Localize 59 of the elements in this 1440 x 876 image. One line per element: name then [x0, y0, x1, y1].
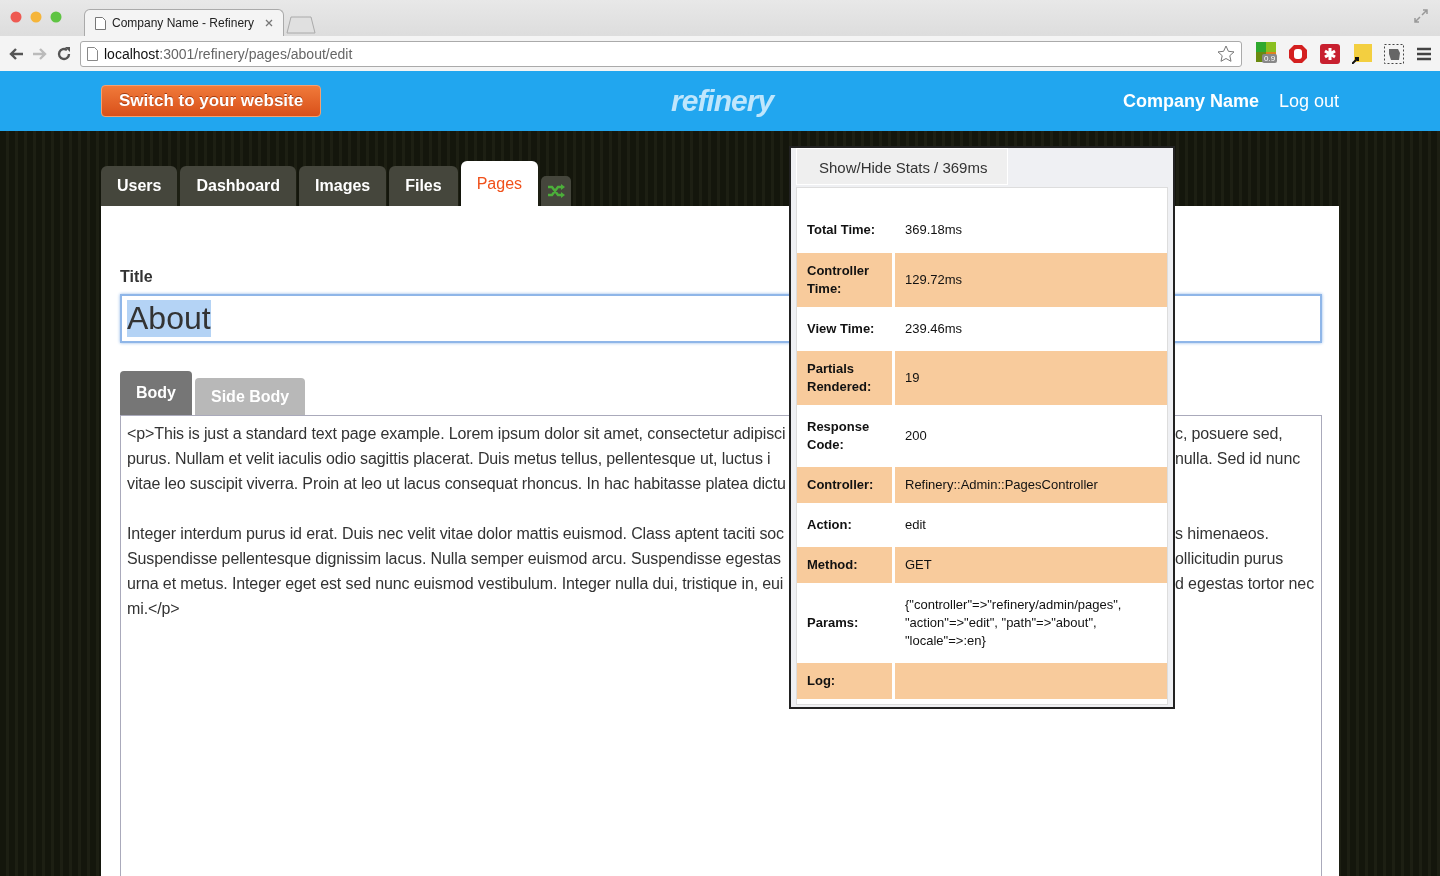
star-icon[interactable] — [1217, 44, 1235, 63]
body-text-line: vitae leo suscipit viverra. Proin at leo ut lacus consequat rhoncus. In hac habitasse platea dictu — [127, 474, 786, 494]
stat-value: 200 — [904, 427, 928, 445]
extension-badge: 0.9 — [1262, 54, 1278, 63]
body-text-line: Integer interdum purus id erat. Duis nec velit vitae dolor mattis euismod. Class aptent taciti soc — [127, 524, 784, 544]
title-label: Title — [120, 268, 153, 286]
stop-hand-icon[interactable] — [1288, 43, 1308, 64]
stat-label: Params: — [806, 614, 860, 632]
page-icon — [95, 16, 106, 30]
body-text-line: urna et metus. Integer eget est sed nunc euismod vestibulum. Integer nulla dui, tristique in, eui — [127, 574, 784, 594]
show-hide-stats-button[interactable]: Show/Hide Stats / 369ms — [796, 148, 1009, 185]
menu-icon[interactable] — [1416, 46, 1432, 61]
title-value: About — [127, 300, 211, 337]
stat-value: {"controller"=>"refinery/admin/pages", "action"=>"edit", "path"=>"about", "locale"=>:en} — [904, 596, 1123, 650]
nav-tab[interactable]: Dashboard — [180, 166, 297, 206]
body-text-line: d egestas tortor nec — [1175, 574, 1314, 594]
nav-tab[interactable]: Users — [101, 166, 178, 206]
stat-label: Total Time: — [806, 221, 877, 239]
browser-tab[interactable]: Company Name - Refinery — [84, 9, 284, 36]
stat-value: 19 — [895, 351, 1167, 405]
body-text-line: nulla. Sed id nunc — [1175, 449, 1301, 469]
stat-value: edit — [904, 516, 927, 534]
stat-value: 239.46ms — [904, 320, 964, 338]
body-text-line: Suspendisse pellentesque dignissim lacus. Nulla semper euismod arcu. Suspendisse egestas — [127, 549, 781, 569]
nav-tab[interactable]: Files — [389, 166, 458, 206]
body-text-line: s himenaeos. — [1175, 524, 1269, 544]
shuffle-button[interactable] — [541, 176, 572, 206]
stat-value: 369.18ms — [904, 221, 964, 239]
stat-label: View Time: — [806, 320, 876, 338]
stat-value: Refinery::Admin::PagesController — [895, 467, 1167, 503]
close-icon[interactable] — [265, 19, 273, 27]
url-text: localhost:3001/refinery/pages/about/edit — [104, 45, 354, 62]
note-icon[interactable] — [1352, 43, 1372, 64]
stat-label: Action: — [806, 516, 853, 534]
body-text-line: c, posuere sed, — [1175, 424, 1283, 444]
body-text-line: ollicitudin purus — [1175, 549, 1284, 569]
stat-value: 129.72ms — [895, 253, 1167, 307]
tab-title: Company Name - Refinery — [112, 16, 256, 30]
asterisk-icon[interactable] — [1320, 43, 1340, 64]
stat-label: Controller Time: — [797, 253, 892, 307]
logo: refinery — [671, 84, 774, 117]
reload-icon[interactable] — [56, 45, 72, 62]
stat-label: Controller: — [797, 467, 892, 503]
stat-label: Partials Rendered: — [797, 351, 892, 405]
nav-tab[interactable]: Pages — [460, 161, 539, 206]
address-bar[interactable]: localhost:3001/refinery/pages/about/edit — [80, 40, 1242, 67]
stat-label: Response Code: — [806, 418, 871, 454]
nav-tab[interactable]: Images — [299, 166, 387, 206]
editor-tab[interactable]: Body — [120, 371, 192, 415]
body-text-line: mi.</p> — [127, 599, 180, 619]
body-text-line: <p>This is just a standard text page example. Lorem ipsum dolor sit amet, consectetur adipisci — [127, 424, 786, 444]
shuffle-icon — [547, 183, 566, 199]
stat-label: Log: — [797, 663, 892, 699]
page-icon — [87, 46, 98, 61]
back-icon[interactable] — [8, 46, 24, 61]
body-text-line: purus. Nullam et velit iaculis odio sagittis placerat. Duis metus tellus, pellentesque ut, luctus i — [127, 449, 771, 469]
close-window-icon[interactable] — [10, 11, 22, 23]
stat-value: GET — [895, 547, 1167, 583]
stat-label: Method: — [797, 547, 892, 583]
